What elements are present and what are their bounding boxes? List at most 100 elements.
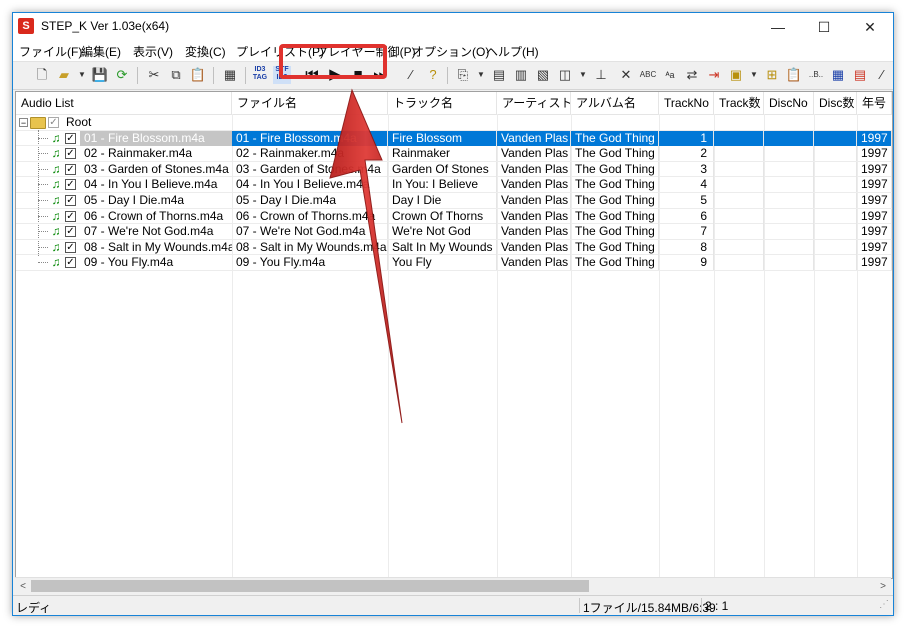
cell-track[interactable]: We're Not God [388, 224, 497, 240]
table-row[interactable]: ♫ ✓ 05 - Day I Die.m4a 05 - Day I Die.m4a Da… [16, 193, 892, 209]
cell-dno[interactable] [764, 208, 814, 224]
column-header-year[interactable]: 年号 [857, 92, 892, 114]
cell-dno[interactable] [764, 161, 814, 177]
cell-dno[interactable] [764, 130, 814, 146]
dropdown-arrow-icon[interactable]: ▼ [472, 66, 490, 84]
cell-cnt[interactable] [714, 224, 764, 240]
delete-icon[interactable]: ✕ [617, 66, 635, 84]
track-checkbox[interactable]: ✓ [65, 241, 76, 253]
cell-dcnt[interactable] [814, 146, 857, 162]
cell-artist[interactable]: Vanden Plas [497, 193, 571, 208]
cell-artist[interactable]: Vanden Plas [497, 146, 571, 162]
tree-item-label[interactable]: 09 - You Fly.m4a [80, 255, 232, 270]
cell-dno[interactable] [764, 177, 814, 193]
column-header-filename[interactable]: ファイル名 [232, 92, 388, 114]
case-icon[interactable]: ᴬa [661, 66, 679, 84]
cell-cnt[interactable] [714, 208, 764, 224]
cell-cnt[interactable] [714, 161, 764, 177]
cell-album[interactable]: The God Thing [571, 177, 659, 193]
cell-dcnt[interactable] [814, 161, 857, 177]
cell-no[interactable]: 4 [659, 177, 714, 193]
tree-item-label[interactable]: 05 - Day I Die.m4a [80, 193, 232, 208]
grid-icon[interactable]: ▦ [221, 66, 239, 84]
track-checkbox[interactable]: ✓ [65, 179, 76, 191]
minimize-button[interactable]: — [755, 13, 801, 41]
cell-track[interactable]: In You: I Believe [388, 177, 497, 193]
table-row[interactable]: ♫ ✓ 01 - Fire Blossom.m4a 01 - Fire Blossom… [16, 130, 892, 147]
cell-dcnt[interactable] [814, 224, 857, 240]
root-checkbox[interactable]: ✓ [48, 117, 59, 128]
cell-cnt[interactable] [714, 193, 764, 208]
help-query-icon[interactable]: ? [424, 66, 442, 84]
cell-year[interactable]: 1997 [857, 161, 892, 177]
column-header-track-no[interactable]: TrackNo [659, 92, 714, 114]
clipboard-icon[interactable]: 📋 [785, 66, 803, 84]
cell-album[interactable]: The God Thing [571, 224, 659, 240]
close-button[interactable]: ✕ [847, 13, 893, 41]
column-header-disc-count[interactable]: Disc数 [814, 92, 857, 114]
audio-list[interactable]: Audio List ファイル名 トラック名 アーティスト名 アルバム名 Tra… [15, 91, 893, 579]
cell-file[interactable]: 07 - We're Not God.m4a [232, 224, 388, 240]
scroll-left-icon[interactable]: < [15, 578, 31, 595]
wand-icon[interactable]: ⁄ [402, 66, 420, 84]
cell-track[interactable]: You Fly [388, 255, 497, 271]
cell-track[interactable]: Day I Die [388, 193, 497, 208]
cell-no[interactable]: 6 [659, 208, 714, 224]
cell-year[interactable]: 1997 [857, 224, 892, 240]
cell-no[interactable]: 5 [659, 193, 714, 208]
cell-dcnt[interactable] [814, 208, 857, 224]
cell-no[interactable]: 1 [659, 130, 714, 146]
cell-artist[interactable]: Vanden Plas [497, 161, 571, 177]
tree-item-label[interactable]: 08 - Salt in My Wounds.m4a [80, 240, 232, 255]
cell-album[interactable]: The God Thing [571, 239, 659, 255]
id3-tag-icon[interactable]: ID3 TAG [251, 66, 269, 84]
import-icon[interactable]: ⇥ [705, 66, 723, 84]
table-row[interactable]: ♫ ✓ 03 - Garden of Stones.m4a 03 - Garden o… [16, 161, 892, 178]
table-row[interactable]: ♫ ✓ 06 - Crown of Thorns.m4a 06 - Crown of … [16, 208, 892, 225]
table-icon[interactable]: ▤ [490, 66, 508, 84]
cell-artist[interactable]: Vanden Plas [497, 130, 571, 146]
cell-dno[interactable] [764, 224, 814, 240]
cell-artist[interactable]: Vanden Plas [497, 255, 571, 271]
stamp-icon[interactable]: ⊥ [592, 66, 610, 84]
cell-album[interactable]: The God Thing [571, 193, 659, 208]
cell-dcnt[interactable] [814, 130, 857, 146]
cell-track[interactable]: Salt In My Wounds [388, 239, 497, 255]
tree-item-label[interactable]: 01 - Fire Blossom.m4a [80, 130, 232, 146]
cell-no[interactable]: 8 [659, 239, 714, 255]
resize-grip-icon[interactable]: ⋰ [879, 599, 889, 610]
edit-table-icon[interactable]: ▤ [851, 66, 869, 84]
cell-year[interactable]: 1997 [857, 130, 892, 146]
cell-file[interactable]: 06 - Crown of Thorns.m4a [232, 208, 388, 224]
comment-icon[interactable]: ◫ [556, 66, 574, 84]
cell-album[interactable]: The God Thing [571, 130, 659, 146]
rename-icon[interactable]: ..B.. [807, 66, 825, 84]
cell-track[interactable]: Fire Blossom [388, 130, 497, 146]
track-checkbox[interactable]: ✓ [65, 257, 76, 269]
menu-options[interactable]: オプション(O) [412, 43, 489, 60]
dropdown-arrow-icon[interactable]: ▼ [574, 66, 592, 84]
track-checkbox[interactable]: ✓ [65, 210, 76, 222]
column-header-album[interactable]: アルバム名 [571, 92, 659, 114]
cell-cnt[interactable] [714, 130, 764, 146]
cell-no[interactable]: 3 [659, 161, 714, 177]
tree-item-label[interactable]: 06 - Crown of Thorns.m4a [80, 209, 232, 224]
cell-artist[interactable]: Vanden Plas [497, 177, 571, 193]
cell-dcnt[interactable] [814, 239, 857, 255]
cell-cnt[interactable] [714, 146, 764, 162]
copy-icon[interactable]: ⧉ [167, 66, 185, 84]
cell-dcnt[interactable] [814, 255, 857, 271]
cell-album[interactable]: The God Thing [571, 255, 659, 271]
column-header-artist[interactable]: アーティスト名 [497, 92, 571, 114]
cut-icon[interactable]: ✂ [145, 66, 163, 84]
menu-view[interactable]: 表示(V) [133, 43, 173, 60]
table-row[interactable]: ♫ ✓ 07 - We're Not God.m4a 07 - We're Not G… [16, 224, 892, 240]
tree-root-row[interactable]: − ✓ Root [16, 115, 892, 131]
cell-file[interactable]: 05 - Day I Die.m4a [232, 193, 388, 208]
menu-help[interactable]: ヘルプ(H) [486, 43, 539, 60]
cell-cnt[interactable] [714, 239, 764, 255]
cell-dcnt[interactable] [814, 177, 857, 193]
new-file-icon[interactable]: 🗋 [33, 66, 51, 84]
cell-album[interactable]: The God Thing [571, 161, 659, 177]
format-icon[interactable]: ⇄ [683, 66, 701, 84]
